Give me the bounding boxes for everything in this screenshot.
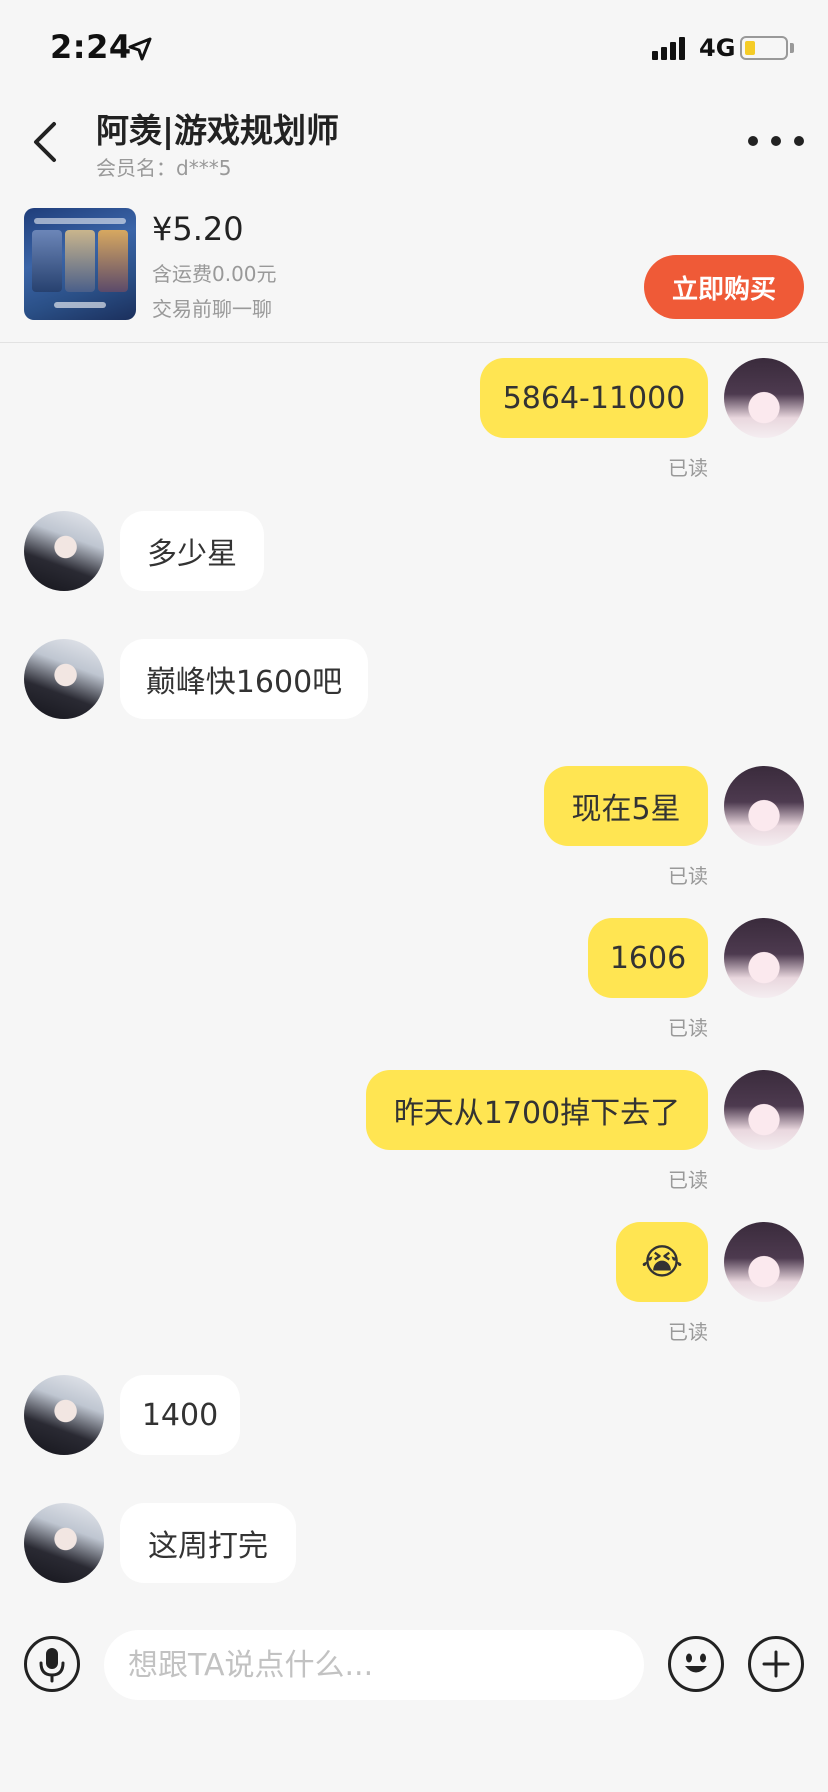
chat-screen: 2:24 4G 阿羡|游戏规划师 会员名：d***5 ¥5.20 含运费0.00…	[0, 0, 828, 1792]
thumb-decoration	[98, 230, 128, 292]
message-bubble[interactable]: 多少星	[120, 511, 264, 591]
message-input[interactable]	[104, 1630, 644, 1700]
location-arrow-icon	[128, 37, 152, 61]
input-bar	[0, 1620, 828, 1710]
my-avatar[interactable]	[724, 358, 804, 438]
member-name: 会员名：d***5	[96, 156, 232, 180]
plus-button[interactable]	[748, 1636, 804, 1692]
product-price: ¥5.20	[152, 210, 244, 248]
message-bubble[interactable]: 1400	[120, 1375, 240, 1455]
signal-icon	[652, 36, 685, 60]
back-button[interactable]	[26, 114, 66, 170]
buy-now-button[interactable]: 立即购买	[644, 255, 804, 319]
microphone-icon	[39, 1648, 65, 1683]
chat-note: 交易前聊一聊	[152, 297, 272, 321]
message-bubble[interactable]: 5864-11000	[480, 358, 708, 438]
message-bubble[interactable]: 这周打完	[120, 1503, 296, 1583]
thumb-decoration	[54, 302, 106, 308]
read-status: 已读	[668, 1168, 708, 1192]
product-thumbnail[interactable]	[24, 208, 136, 320]
contact-avatar[interactable]	[24, 639, 104, 719]
more-button[interactable]	[748, 126, 804, 156]
message-bubble[interactable]: 昨天从1700掉下去了	[366, 1070, 708, 1150]
shipping-note: 含运费0.00元	[152, 262, 277, 286]
status-bar: 2:24 4G	[0, 0, 828, 96]
emoji-icon	[685, 1653, 707, 1673]
status-time: 2:24	[50, 28, 132, 66]
more-dot	[794, 136, 804, 146]
contact-avatar[interactable]	[24, 1503, 104, 1583]
contact-name: 阿羡|游戏规划师	[96, 111, 340, 150]
product-card: ¥5.20 含运费0.00元 交易前聊一聊 立即购买	[0, 200, 828, 343]
thumb-decoration	[34, 218, 126, 224]
battery-tip	[790, 43, 794, 53]
thumb-decoration	[65, 230, 95, 292]
my-avatar[interactable]	[724, 1222, 804, 1302]
message-bubble[interactable]: 1606	[588, 918, 708, 998]
battery-fill	[745, 41, 755, 55]
battery-icon	[740, 36, 788, 60]
emoji-button[interactable]	[668, 1636, 724, 1692]
my-avatar[interactable]	[724, 1070, 804, 1150]
more-dots-icon	[748, 136, 758, 146]
read-status: 已读	[668, 456, 708, 480]
message-bubble[interactable]: 现在5星	[544, 766, 708, 846]
my-avatar[interactable]	[724, 918, 804, 998]
chat-header: 阿羡|游戏规划师 会员名：d***5	[0, 96, 828, 188]
contact-avatar[interactable]	[24, 1375, 104, 1455]
plus-icon	[762, 1650, 790, 1678]
message-bubble[interactable]: 😭	[616, 1222, 708, 1302]
contact-avatar[interactable]	[24, 511, 104, 591]
message-bubble[interactable]: 巅峰快1600吧	[120, 639, 368, 719]
read-status: 已读	[668, 864, 708, 888]
network-label: 4G	[699, 34, 736, 62]
read-status: 已读	[668, 1016, 708, 1040]
my-avatar[interactable]	[724, 766, 804, 846]
voice-button[interactable]	[24, 1636, 80, 1692]
chevron-left-icon	[34, 122, 56, 162]
thumb-decoration	[32, 230, 62, 292]
read-status: 已读	[668, 1320, 708, 1344]
more-dot	[771, 136, 781, 146]
